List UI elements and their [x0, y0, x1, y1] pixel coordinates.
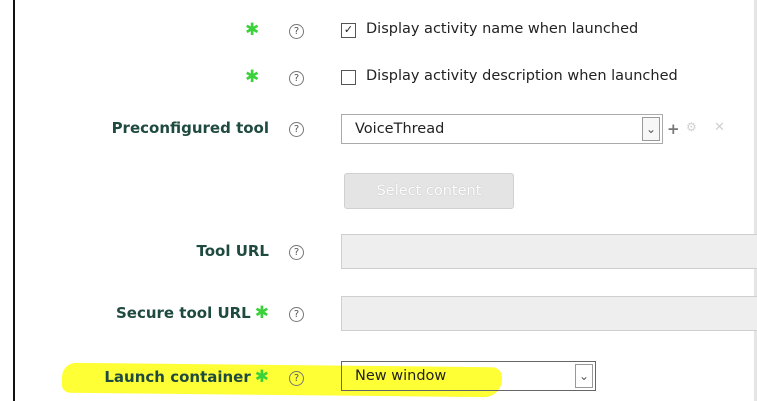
select-content-button[interactable]: Select content	[344, 173, 514, 209]
help-icon[interactable]: ?	[289, 245, 304, 260]
required-icon: ✱	[245, 67, 260, 87]
required-icon: ✱	[254, 367, 269, 387]
help-icon[interactable]: ?	[289, 71, 304, 86]
tool-url-label: Tool URL	[196, 242, 269, 260]
chevron-down-icon: ⌄	[575, 364, 593, 388]
launch-container-value: New window	[355, 368, 447, 384]
launch-container-label: Launch container ✱	[104, 367, 269, 387]
launch-container-text: Launch container	[104, 368, 251, 386]
tool-url-input[interactable]	[341, 234, 757, 269]
display-description-checkbox[interactable]	[341, 70, 356, 85]
display-description-label: Display activity description when launch…	[366, 68, 678, 84]
help-icon[interactable]: ?	[289, 371, 304, 386]
help-icon[interactable]: ?	[289, 122, 304, 137]
required-icon: ✱	[245, 20, 260, 40]
chevron-down-icon: ⌄	[642, 117, 660, 141]
required-icon: ✱	[254, 303, 269, 323]
display-name-label: Display activity name when launched	[366, 21, 639, 37]
help-icon[interactable]: ?	[289, 24, 304, 39]
display-name-checkbox[interactable]: ✓	[341, 23, 356, 38]
secure-tool-url-label: Secure tool URL ✱	[116, 303, 269, 323]
secure-tool-url-text: Secure tool URL	[115, 304, 251, 322]
preconfigured-tool-select[interactable]: VoiceThread ⌄	[341, 114, 663, 144]
help-icon[interactable]: ?	[289, 307, 304, 322]
gear-icon[interactable]: ⚙	[686, 120, 697, 134]
preconfigured-tool-value: VoiceThread	[355, 121, 445, 137]
left-border	[13, 0, 15, 401]
add-icon[interactable]: +	[667, 120, 680, 138]
delete-icon[interactable]: ✕	[714, 120, 725, 135]
preconfigured-tool-label: Preconfigured tool	[111, 119, 269, 137]
secure-tool-url-input[interactable]	[341, 296, 757, 331]
launch-container-select[interactable]: New window ⌄	[341, 361, 596, 391]
